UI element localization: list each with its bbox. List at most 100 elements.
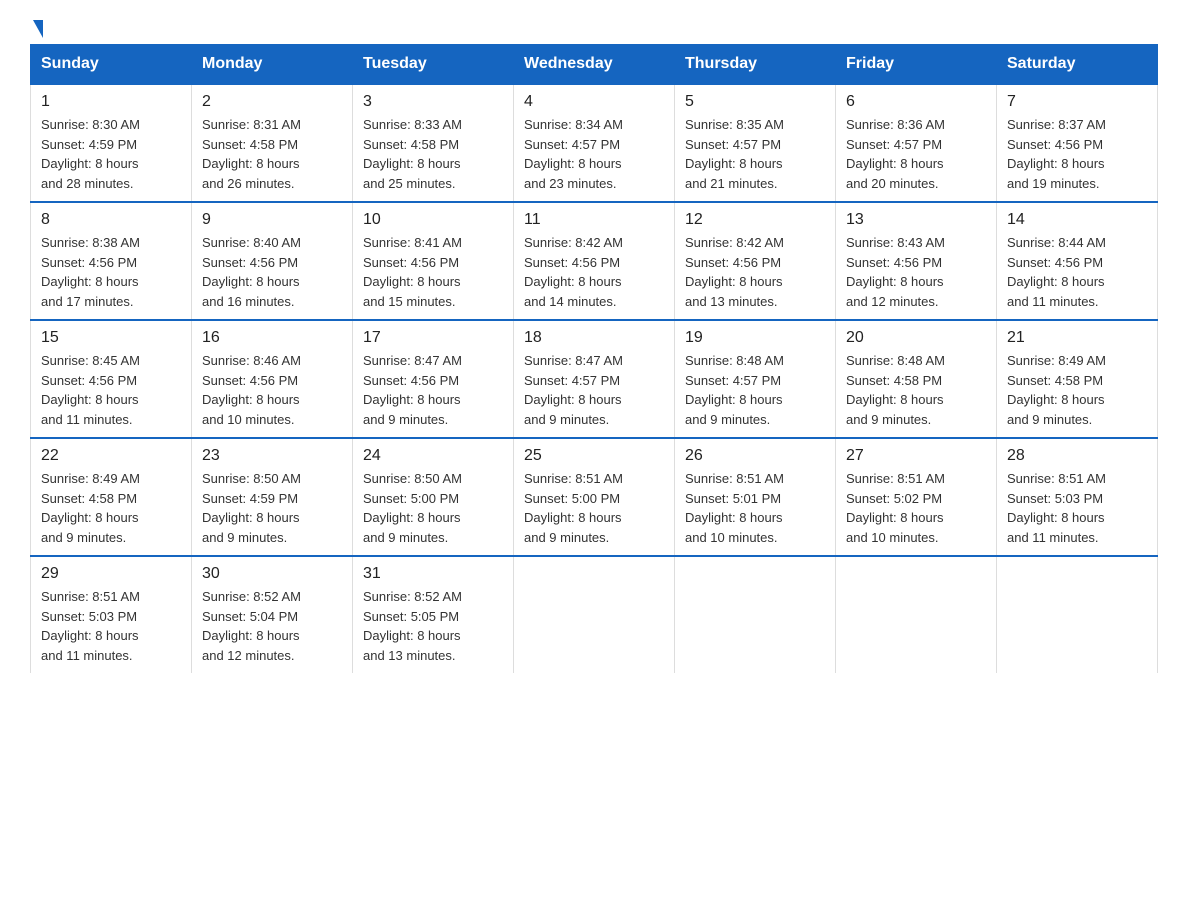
day-info: Sunrise: 8:40 AMSunset: 4:56 PMDaylight:… — [202, 233, 342, 311]
calendar-cell: 16 Sunrise: 8:46 AMSunset: 4:56 PMDaylig… — [192, 320, 353, 438]
day-number: 16 — [202, 329, 342, 347]
calendar-week-1: 1 Sunrise: 8:30 AMSunset: 4:59 PMDayligh… — [31, 84, 1158, 202]
calendar-cell: 11 Sunrise: 8:42 AMSunset: 4:56 PMDaylig… — [514, 202, 675, 320]
day-info: Sunrise: 8:33 AMSunset: 4:58 PMDaylight:… — [363, 115, 503, 193]
day-number: 25 — [524, 447, 664, 465]
day-info: Sunrise: 8:51 AMSunset: 5:03 PMDaylight:… — [1007, 469, 1147, 547]
day-number: 23 — [202, 447, 342, 465]
day-info: Sunrise: 8:41 AMSunset: 4:56 PMDaylight:… — [363, 233, 503, 311]
day-number: 12 — [685, 211, 825, 229]
column-header-wednesday: Wednesday — [514, 45, 675, 85]
calendar-cell: 12 Sunrise: 8:42 AMSunset: 4:56 PMDaylig… — [675, 202, 836, 320]
day-info: Sunrise: 8:47 AMSunset: 4:56 PMDaylight:… — [363, 351, 503, 429]
calendar-cell: 6 Sunrise: 8:36 AMSunset: 4:57 PMDayligh… — [836, 84, 997, 202]
column-header-sunday: Sunday — [31, 45, 192, 85]
day-number: 10 — [363, 211, 503, 229]
calendar-cell — [836, 556, 997, 673]
day-info: Sunrise: 8:50 AMSunset: 4:59 PMDaylight:… — [202, 469, 342, 547]
calendar-table: SundayMondayTuesdayWednesdayThursdayFrid… — [30, 44, 1158, 673]
day-info: Sunrise: 8:48 AMSunset: 4:57 PMDaylight:… — [685, 351, 825, 429]
day-number: 24 — [363, 447, 503, 465]
calendar-cell: 4 Sunrise: 8:34 AMSunset: 4:57 PMDayligh… — [514, 84, 675, 202]
day-number: 28 — [1007, 447, 1147, 465]
day-number: 30 — [202, 565, 342, 583]
calendar-cell: 1 Sunrise: 8:30 AMSunset: 4:59 PMDayligh… — [31, 84, 192, 202]
calendar-header-row: SundayMondayTuesdayWednesdayThursdayFrid… — [31, 45, 1158, 85]
calendar-cell: 19 Sunrise: 8:48 AMSunset: 4:57 PMDaylig… — [675, 320, 836, 438]
day-info: Sunrise: 8:51 AMSunset: 5:03 PMDaylight:… — [41, 587, 181, 665]
day-info: Sunrise: 8:35 AMSunset: 4:57 PMDaylight:… — [685, 115, 825, 193]
calendar-cell: 5 Sunrise: 8:35 AMSunset: 4:57 PMDayligh… — [675, 84, 836, 202]
calendar-cell: 27 Sunrise: 8:51 AMSunset: 5:02 PMDaylig… — [836, 438, 997, 556]
day-info: Sunrise: 8:42 AMSunset: 4:56 PMDaylight:… — [524, 233, 664, 311]
day-info: Sunrise: 8:52 AMSunset: 5:04 PMDaylight:… — [202, 587, 342, 665]
calendar-cell: 13 Sunrise: 8:43 AMSunset: 4:56 PMDaylig… — [836, 202, 997, 320]
day-info: Sunrise: 8:45 AMSunset: 4:56 PMDaylight:… — [41, 351, 181, 429]
calendar-cell: 9 Sunrise: 8:40 AMSunset: 4:56 PMDayligh… — [192, 202, 353, 320]
day-info: Sunrise: 8:51 AMSunset: 5:02 PMDaylight:… — [846, 469, 986, 547]
day-number: 29 — [41, 565, 181, 583]
column-header-thursday: Thursday — [675, 45, 836, 85]
calendar-week-2: 8 Sunrise: 8:38 AMSunset: 4:56 PMDayligh… — [31, 202, 1158, 320]
calendar-cell: 3 Sunrise: 8:33 AMSunset: 4:58 PMDayligh… — [353, 84, 514, 202]
day-info: Sunrise: 8:52 AMSunset: 5:05 PMDaylight:… — [363, 587, 503, 665]
day-info: Sunrise: 8:43 AMSunset: 4:56 PMDaylight:… — [846, 233, 986, 311]
logo-triangle-icon — [33, 20, 43, 38]
day-info: Sunrise: 8:31 AMSunset: 4:58 PMDaylight:… — [202, 115, 342, 193]
day-info: Sunrise: 8:50 AMSunset: 5:00 PMDaylight:… — [363, 469, 503, 547]
day-number: 18 — [524, 329, 664, 347]
day-number: 20 — [846, 329, 986, 347]
day-info: Sunrise: 8:47 AMSunset: 4:57 PMDaylight:… — [524, 351, 664, 429]
day-number: 9 — [202, 211, 342, 229]
day-info: Sunrise: 8:36 AMSunset: 4:57 PMDaylight:… — [846, 115, 986, 193]
day-info: Sunrise: 8:37 AMSunset: 4:56 PMDaylight:… — [1007, 115, 1147, 193]
calendar-cell: 31 Sunrise: 8:52 AMSunset: 5:05 PMDaylig… — [353, 556, 514, 673]
day-number: 2 — [202, 93, 342, 111]
column-header-friday: Friday — [836, 45, 997, 85]
day-number: 31 — [363, 565, 503, 583]
day-info: Sunrise: 8:34 AMSunset: 4:57 PMDaylight:… — [524, 115, 664, 193]
day-info: Sunrise: 8:48 AMSunset: 4:58 PMDaylight:… — [846, 351, 986, 429]
calendar-cell: 24 Sunrise: 8:50 AMSunset: 5:00 PMDaylig… — [353, 438, 514, 556]
calendar-cell: 14 Sunrise: 8:44 AMSunset: 4:56 PMDaylig… — [997, 202, 1158, 320]
logo — [30, 20, 43, 34]
day-number: 1 — [41, 93, 181, 111]
calendar-week-3: 15 Sunrise: 8:45 AMSunset: 4:56 PMDaylig… — [31, 320, 1158, 438]
day-info: Sunrise: 8:49 AMSunset: 4:58 PMDaylight:… — [41, 469, 181, 547]
calendar-cell — [997, 556, 1158, 673]
calendar-cell: 15 Sunrise: 8:45 AMSunset: 4:56 PMDaylig… — [31, 320, 192, 438]
calendar-cell: 18 Sunrise: 8:47 AMSunset: 4:57 PMDaylig… — [514, 320, 675, 438]
day-number: 21 — [1007, 329, 1147, 347]
day-number: 8 — [41, 211, 181, 229]
calendar-cell: 8 Sunrise: 8:38 AMSunset: 4:56 PMDayligh… — [31, 202, 192, 320]
column-header-tuesday: Tuesday — [353, 45, 514, 85]
calendar-cell: 21 Sunrise: 8:49 AMSunset: 4:58 PMDaylig… — [997, 320, 1158, 438]
day-info: Sunrise: 8:38 AMSunset: 4:56 PMDaylight:… — [41, 233, 181, 311]
day-number: 22 — [41, 447, 181, 465]
day-info: Sunrise: 8:51 AMSunset: 5:00 PMDaylight:… — [524, 469, 664, 547]
day-number: 19 — [685, 329, 825, 347]
day-info: Sunrise: 8:30 AMSunset: 4:59 PMDaylight:… — [41, 115, 181, 193]
day-number: 14 — [1007, 211, 1147, 229]
calendar-cell — [675, 556, 836, 673]
day-number: 4 — [524, 93, 664, 111]
calendar-cell: 26 Sunrise: 8:51 AMSunset: 5:01 PMDaylig… — [675, 438, 836, 556]
day-info: Sunrise: 8:51 AMSunset: 5:01 PMDaylight:… — [685, 469, 825, 547]
day-number: 13 — [846, 211, 986, 229]
calendar-cell: 25 Sunrise: 8:51 AMSunset: 5:00 PMDaylig… — [514, 438, 675, 556]
day-info: Sunrise: 8:46 AMSunset: 4:56 PMDaylight:… — [202, 351, 342, 429]
day-info: Sunrise: 8:42 AMSunset: 4:56 PMDaylight:… — [685, 233, 825, 311]
column-header-monday: Monday — [192, 45, 353, 85]
calendar-cell: 7 Sunrise: 8:37 AMSunset: 4:56 PMDayligh… — [997, 84, 1158, 202]
calendar-cell: 10 Sunrise: 8:41 AMSunset: 4:56 PMDaylig… — [353, 202, 514, 320]
day-number: 11 — [524, 211, 664, 229]
calendar-cell: 29 Sunrise: 8:51 AMSunset: 5:03 PMDaylig… — [31, 556, 192, 673]
day-number: 3 — [363, 93, 503, 111]
calendar-cell: 23 Sunrise: 8:50 AMSunset: 4:59 PMDaylig… — [192, 438, 353, 556]
column-header-saturday: Saturday — [997, 45, 1158, 85]
day-info: Sunrise: 8:49 AMSunset: 4:58 PMDaylight:… — [1007, 351, 1147, 429]
calendar-week-4: 22 Sunrise: 8:49 AMSunset: 4:58 PMDaylig… — [31, 438, 1158, 556]
day-number: 7 — [1007, 93, 1147, 111]
calendar-cell: 28 Sunrise: 8:51 AMSunset: 5:03 PMDaylig… — [997, 438, 1158, 556]
day-number: 6 — [846, 93, 986, 111]
